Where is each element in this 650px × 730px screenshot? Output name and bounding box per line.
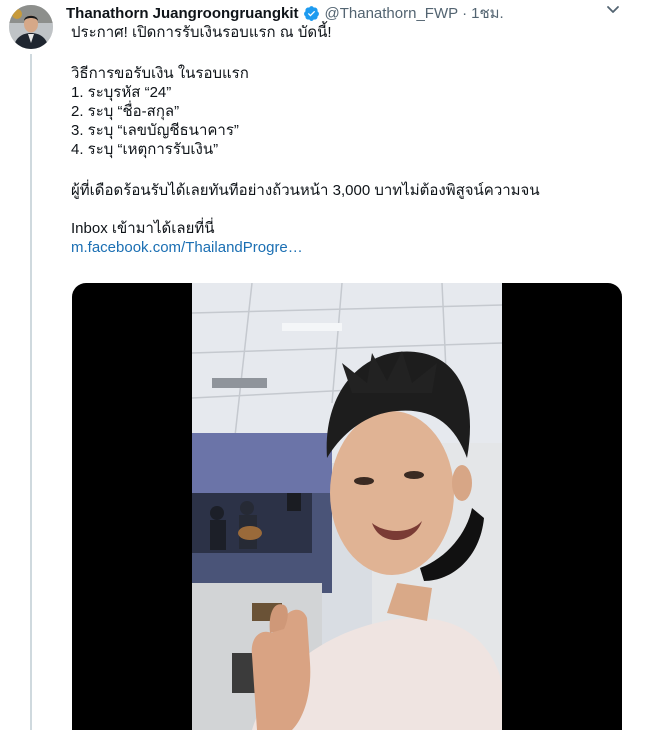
avatar-image <box>9 5 53 49</box>
instruction-step-1: 1. ระบุรหัส “24” <box>71 84 172 101</box>
separator-dot: · <box>462 4 468 22</box>
inbox-line: Inbox เข้ามาได้เลยที่นี่ <box>71 220 215 237</box>
instruction-step-4: 4. ระบุ “เหตุการรับเงิน” <box>71 141 219 158</box>
thread-line <box>30 54 32 730</box>
facebook-link[interactable]: m.facebook.com/ThailandProgre… <box>71 238 621 257</box>
author-handle[interactable]: @Thanathorn_FWP <box>325 5 459 22</box>
video-media[interactable] <box>72 283 622 730</box>
tweet-header: Thanathorn Juangroongruangkit @Thanathor… <box>66 2 626 24</box>
verified-badge-icon <box>303 5 319 21</box>
chevron-down-icon[interactable] <box>604 3 622 17</box>
tweet-timestamp[interactable]: 1ชม. <box>471 1 504 25</box>
announcement-line: ประกาศ! เปิดการรับเงินรอบแรก ณ บัดนี้! <box>71 24 332 41</box>
author-name[interactable]: Thanathorn Juangroongruangkit <box>66 5 299 22</box>
author-avatar[interactable] <box>9 5 53 49</box>
video-frame <box>192 283 502 730</box>
eligibility-line: ผู้ที่เดือดร้อนรับได้เลยทันทีอย่างถ้วนหน… <box>71 182 540 199</box>
instruction-step-3: 3. ระบุ “เลขบัญชีธนาคาร” <box>71 122 239 139</box>
instruction-step-2: 2. ระบุ “ชื่อ-สกุล” <box>71 103 180 120</box>
instructions-heading: วิธีการขอรับเงิน ในรอบแรก <box>71 65 249 82</box>
tweet[interactable]: Thanathorn Juangroongruangkit @Thanathor… <box>0 0 650 730</box>
tweet-text: ประกาศ! เปิดการรับเงินรอบแรก ณ บัดนี้! ว… <box>71 23 621 257</box>
